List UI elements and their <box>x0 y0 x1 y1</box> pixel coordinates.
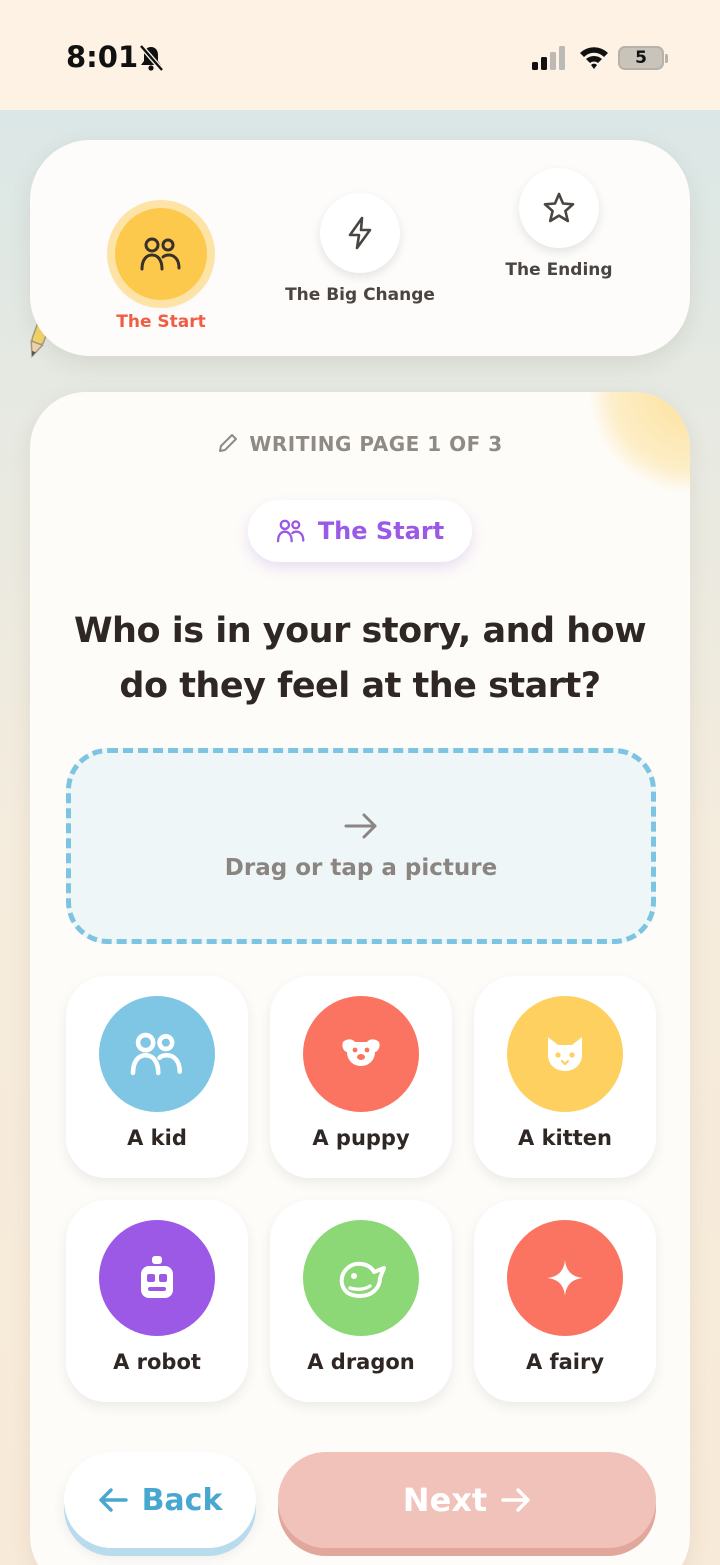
wifi-icon <box>580 47 608 69</box>
picture-dropzone[interactable]: Drag or tap a picture <box>66 748 656 944</box>
tile-icon-circle <box>303 1220 419 1336</box>
status-time: 8:01 <box>66 40 139 74</box>
back-button[interactable]: Back <box>64 1452 256 1548</box>
people-icon <box>276 519 305 543</box>
bell-muted-icon <box>139 44 164 72</box>
star-icon <box>543 192 575 223</box>
tile-label: A kitten <box>518 1126 612 1150</box>
step-label: The Ending <box>505 260 613 280</box>
battery-indicator: 5 <box>618 46 668 70</box>
step-circle <box>519 168 599 248</box>
character-tile-dragon[interactable]: A dragon <box>270 1200 452 1402</box>
robot-icon <box>141 1256 173 1298</box>
step-the-ending[interactable]: The Ending <box>469 168 649 280</box>
step-label: The Big Change <box>285 285 435 305</box>
step-circle <box>115 208 207 300</box>
people-icon <box>130 1032 183 1076</box>
step-the-start[interactable]: The Start <box>71 208 251 332</box>
character-tile-fairy[interactable]: A fairy <box>474 1200 656 1402</box>
character-tile-puppy[interactable]: A puppy <box>270 976 452 1178</box>
arrow-left-icon <box>98 1488 128 1512</box>
pencil-icon <box>219 434 238 452</box>
character-tile-kitten[interactable]: A kitten <box>474 976 656 1178</box>
tile-icon-circle <box>507 1220 623 1336</box>
dog-icon <box>342 1039 380 1066</box>
dropzone-text: Drag or tap a picture <box>224 855 498 881</box>
section-pill: The Start <box>248 500 472 562</box>
back-button-label: Back <box>141 1482 223 1518</box>
writing-card: WRITING PAGE 1 OF 3 The Start Who is in … <box>30 392 690 1565</box>
tile-label: A robot <box>113 1350 201 1374</box>
step-label: The Start <box>116 312 206 332</box>
tile-label: A fairy <box>525 1350 605 1374</box>
page-counter: WRITING PAGE 1 OF 3 <box>30 432 690 456</box>
prompt-question: Who is in your story, and how do they fe… <box>73 611 647 706</box>
step-the-big-change[interactable]: The Big Change <box>270 193 450 305</box>
section-pill-label: The Start <box>317 517 445 545</box>
next-button-label: Next <box>402 1481 488 1519</box>
cellular-signal-icon <box>532 46 565 70</box>
status-bar: 8:01 5 <box>0 0 720 110</box>
arrow-right-icon <box>501 1488 530 1512</box>
sparkle-icon <box>547 1260 583 1296</box>
next-button[interactable]: Next <box>278 1452 656 1548</box>
tile-label: A kid <box>127 1126 187 1150</box>
arrow-right-icon <box>344 813 377 839</box>
tile-icon-circle <box>99 996 215 1112</box>
tile-label: A dragon <box>307 1350 415 1374</box>
tile-icon-circle <box>303 996 419 1112</box>
dragon-icon <box>339 1261 386 1298</box>
tile-icon-circle <box>507 996 623 1112</box>
character-tile-kid[interactable]: A kid <box>66 976 248 1178</box>
people-icon <box>140 237 181 271</box>
lightning-icon <box>348 216 372 250</box>
tile-icon-circle <box>99 1220 215 1336</box>
cat-icon <box>548 1037 582 1071</box>
tile-label: A puppy <box>312 1126 410 1150</box>
story-progress-stepper: The Start The Big Change The Ending <box>30 140 690 356</box>
page-counter-text: WRITING PAGE 1 OF 3 <box>249 432 503 456</box>
step-circle <box>320 193 400 273</box>
character-tile-robot[interactable]: A robot <box>66 1200 248 1402</box>
